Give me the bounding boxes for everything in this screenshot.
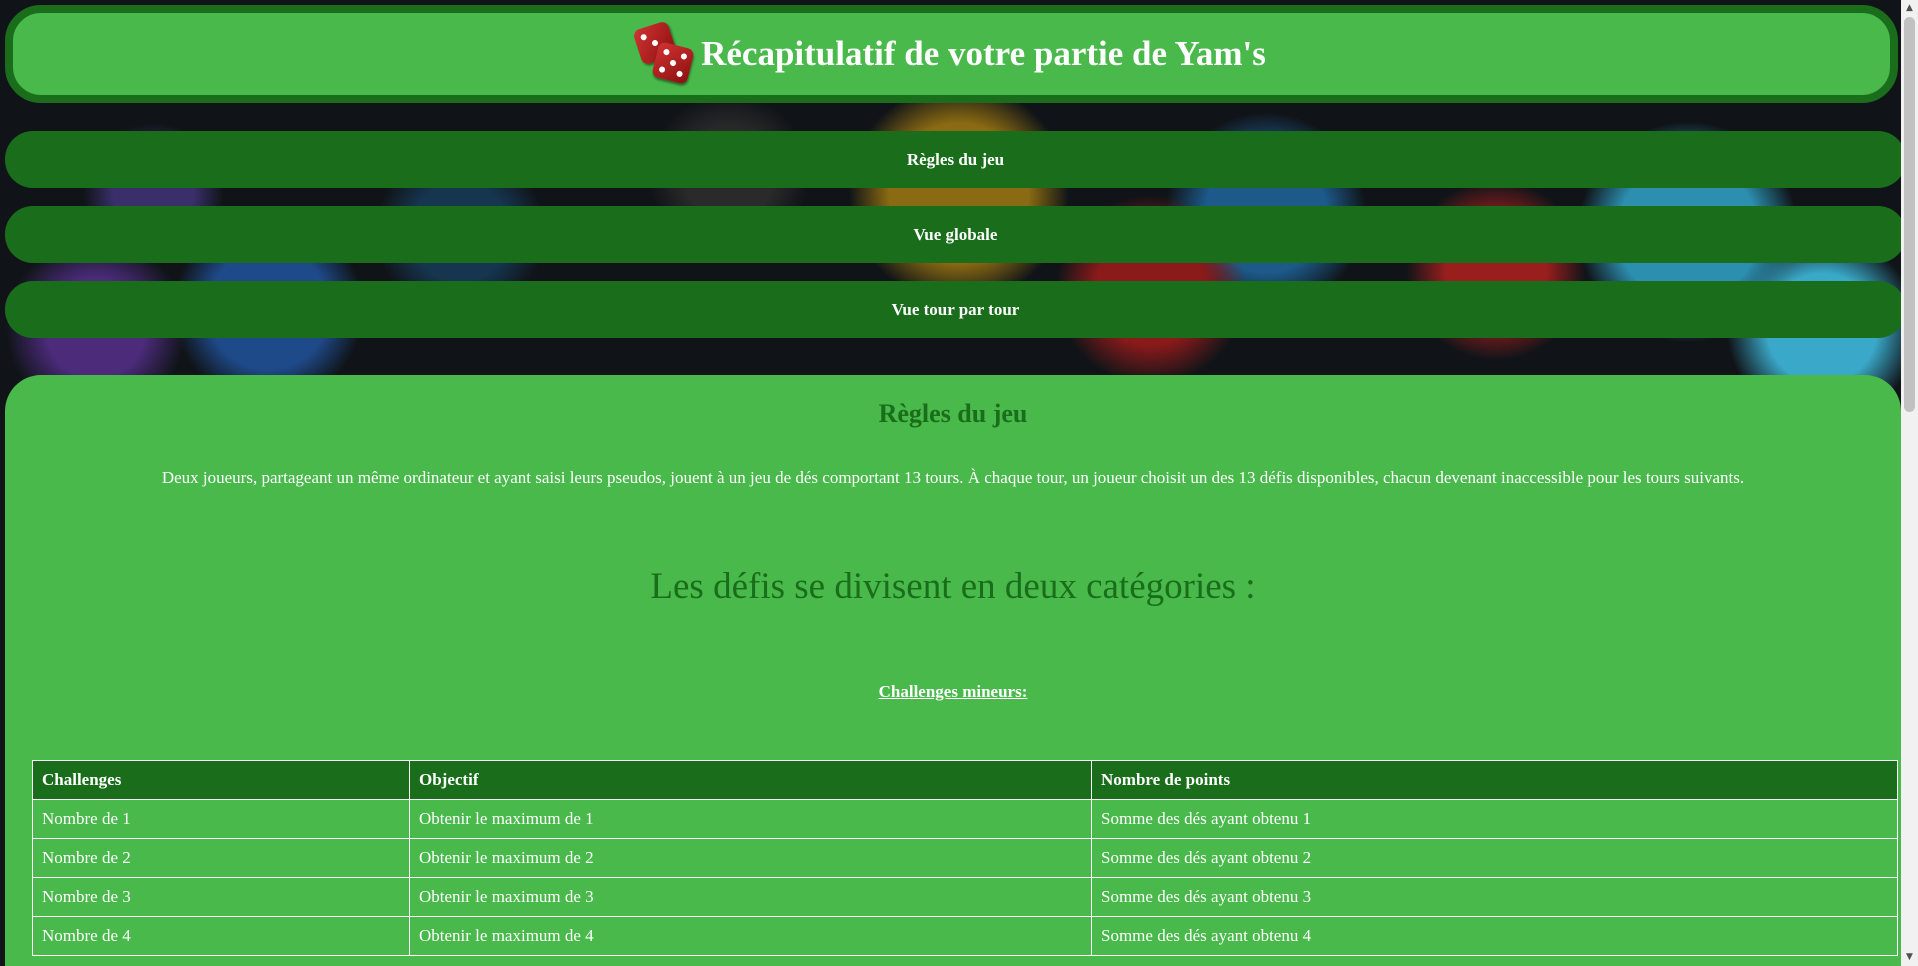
column-header-objective: Objectif [409,760,1092,800]
global-view-button[interactable]: Vue globale [5,206,1906,263]
table-row: Nombre de 3 Obtenir le maximum de 3 Somm… [32,877,1898,917]
table-cell: Obtenir le maximum de 2 [409,838,1092,878]
rules-panel: Règles du jeu Deux joueurs, partageant u… [5,375,1901,966]
table-cell: Somme des dés ayant obtenu 1 [1091,799,1898,839]
table-row: Nombre de 1 Obtenir le maximum de 1 Somm… [32,799,1898,839]
scroll-down-arrow-icon[interactable]: ▼ [1901,949,1918,966]
table-cell: Somme des dés ayant obtenu 4 [1091,916,1898,956]
table-cell: Nombre de 4 [32,916,410,956]
categories-heading: Les défis se divisent en deux catégories… [650,566,1256,607]
table-cell: Obtenir le maximum de 1 [409,799,1092,839]
column-header-points: Nombre de points [1091,760,1898,800]
table-cell: Nombre de 3 [32,877,410,917]
minor-challenges-heading: Challenges mineurs: [878,682,1028,701]
scroll-up-arrow-icon[interactable]: ▲ [1901,0,1918,17]
table-cell: Somme des dés ayant obtenu 2 [1091,838,1898,878]
column-header-challenges: Challenges [32,760,410,800]
table-row: Nombre de 2 Obtenir le maximum de 2 Somm… [32,838,1898,878]
dice-icon [632,20,695,85]
table-row: Nombre de 4 Obtenir le maximum de 4 Somm… [32,916,1898,956]
table-cell: Obtenir le maximum de 4 [409,916,1092,956]
rules-button[interactable]: Règles du jeu [5,131,1906,188]
rules-intro: Deux joueurs, partageant un même ordinat… [161,468,1745,487]
table-cell: Nombre de 1 [32,799,410,839]
table-header-row: Challenges Objectif Nombre de points [32,760,1898,800]
page-header: Récapitulatif de votre partie de Yam's [5,5,1898,103]
page-title: Récapitulatif de votre partie de Yam's [701,34,1266,73]
table-cell: Obtenir le maximum de 3 [409,877,1092,917]
table-cell: Nombre de 2 [32,838,410,878]
scrollbar-thumb[interactable] [1904,17,1915,412]
minor-challenges-table: Challenges Objectif Nombre de points Nom… [32,760,1898,956]
table-cell: Somme des dés ayant obtenu 3 [1091,877,1898,917]
rules-title: Règles du jeu [878,399,1028,428]
vertical-scrollbar[interactable]: ▲ ▼ [1901,0,1918,966]
turn-view-button[interactable]: Vue tour par tour [5,281,1906,338]
